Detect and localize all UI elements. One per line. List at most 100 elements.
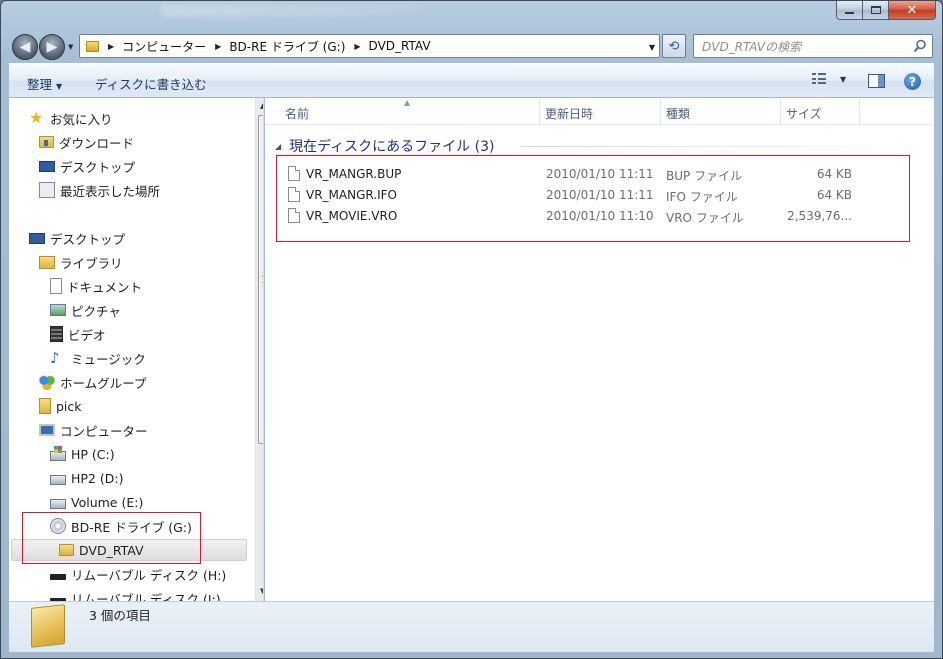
nav-label: お気に入り bbox=[50, 111, 113, 127]
column-type[interactable]: 種類 bbox=[666, 105, 690, 122]
grip-icon bbox=[262, 276, 263, 283]
nav-libraries[interactable]: ライブラリ bbox=[39, 251, 123, 273]
group-title: 現在ディスクにあるファイル (3) bbox=[289, 139, 495, 155]
search-icon[interactable] bbox=[913, 39, 927, 53]
column-divider[interactable] bbox=[539, 98, 540, 125]
column-size[interactable]: サイズ bbox=[786, 105, 822, 122]
nav-user-folder[interactable]: pick bbox=[39, 395, 82, 417]
group-header[interactable]: ◢ 現在ディスクにあるファイル (3) bbox=[275, 136, 494, 156]
column-header-row: ▲ 名前 更新日時 種類 サイズ bbox=[265, 98, 934, 125]
organize-menu-button[interactable]: 整理 ▼ bbox=[27, 74, 62, 93]
minimize-icon bbox=[845, 12, 854, 14]
back-arrow-icon: ◀ bbox=[19, 39, 31, 55]
item-count: 3 個の項目 bbox=[89, 608, 151, 623]
group-divider bbox=[521, 146, 911, 147]
pictures-icon bbox=[50, 304, 66, 316]
maximize-icon bbox=[870, 6, 881, 14]
refresh-button[interactable]: ⟲ bbox=[662, 34, 686, 58]
chevron-down-icon: ▼ bbox=[56, 82, 63, 91]
nav-item-desktop-fav[interactable]: デスクトップ bbox=[39, 155, 135, 177]
burn-to-disc-button[interactable]: ディスクに書き込む bbox=[95, 74, 207, 93]
star-icon: ★ bbox=[29, 108, 44, 127]
nav-item-pictures[interactable]: ピクチャ bbox=[50, 299, 121, 321]
window-controls: ✕ bbox=[836, 1, 936, 20]
nav-scrollbar[interactable]: ▲ ▼ bbox=[255, 98, 263, 601]
nav-label: リムーバブル ディスク (H:) bbox=[71, 567, 227, 583]
music-icon: ♪ bbox=[50, 349, 60, 367]
nav-drive-i[interactable]: リムーバブル ディスク (I:) bbox=[50, 587, 221, 601]
removable-disk-icon bbox=[50, 574, 66, 580]
scroll-down-icon[interactable]: ▼ bbox=[260, 587, 263, 595]
change-view-button[interactable]: ▼ bbox=[812, 73, 846, 85]
chevron-down-icon[interactable]: ▼ bbox=[840, 75, 846, 84]
breadcrumb-computer[interactable]: コンピューター bbox=[122, 38, 206, 55]
title-bar[interactable]: ✕ bbox=[1, 1, 942, 31]
close-icon: ✕ bbox=[906, 2, 918, 18]
hard-drive-icon bbox=[50, 499, 66, 509]
breadcrumb-separator[interactable]: ▶ bbox=[354, 42, 360, 51]
scroll-up-icon[interactable]: ▲ bbox=[260, 102, 263, 110]
nav-homegroup[interactable]: ホームグループ bbox=[39, 371, 146, 393]
column-name[interactable]: 名前 bbox=[285, 105, 309, 122]
forward-arrow-icon: ▶ bbox=[46, 39, 58, 55]
breadcrumb-folder[interactable]: DVD_RTAV bbox=[369, 39, 431, 53]
recent-places-icon bbox=[39, 182, 55, 198]
system-drive-icon bbox=[50, 446, 66, 461]
hard-drive-icon bbox=[50, 475, 66, 485]
nav-item-music[interactable]: ♪ ミュージック bbox=[50, 347, 146, 369]
nav-drive-d[interactable]: HP2 (D:) bbox=[50, 467, 123, 489]
column-divider[interactable] bbox=[859, 98, 860, 125]
maximize-button[interactable] bbox=[863, 1, 889, 20]
library-icon bbox=[39, 255, 55, 269]
nav-item-documents[interactable]: ドキュメント bbox=[50, 275, 142, 297]
nav-label: Volume (E:) bbox=[71, 494, 144, 510]
nav-favorites[interactable]: ★ お気に入り bbox=[29, 107, 113, 129]
collapse-triangle-icon[interactable]: ◢ bbox=[275, 142, 281, 151]
preview-pane-icon[interactable] bbox=[868, 74, 885, 88]
details-view-icon bbox=[812, 73, 826, 85]
nav-item-downloads[interactable]: ダウンロード bbox=[39, 131, 134, 153]
downloads-folder-icon bbox=[39, 136, 54, 148]
command-bar: 整理 ▼ ディスクに書き込む ▼ ? bbox=[9, 63, 934, 98]
nav-label: 最近表示した場所 bbox=[60, 183, 161, 199]
nav-label: ホームグループ bbox=[60, 375, 147, 391]
organize-label: 整理 bbox=[27, 77, 53, 92]
recent-pages-dropdown[interactable]: ▼ bbox=[68, 43, 73, 51]
nav-drive-h[interactable]: リムーバブル ディスク (H:) bbox=[50, 563, 226, 585]
scrollbar-thumb[interactable] bbox=[258, 115, 263, 444]
nav-computer[interactable]: コンピューター bbox=[39, 419, 148, 441]
back-button[interactable]: ◀ bbox=[12, 34, 38, 60]
navigation-bar: ◀ ▶ ▼ ▶ コンピューター ▶ BD-RE ドライブ (G:) ▶ DVD_… bbox=[1, 31, 942, 63]
nav-item-videos[interactable]: ビデオ bbox=[50, 323, 106, 345]
nav-label: デスクトップ bbox=[60, 159, 136, 175]
refresh-icon: ⟲ bbox=[668, 38, 680, 54]
nav-label: HP2 (D:) bbox=[71, 470, 124, 486]
user-folder-icon bbox=[39, 398, 51, 414]
column-date-modified[interactable]: 更新日時 bbox=[545, 105, 593, 122]
nav-label: ダウンロード bbox=[59, 135, 135, 151]
address-bar[interactable]: ▶ コンピューター ▶ BD-RE ドライブ (G:) ▶ DVD_RTAV ▼ bbox=[79, 34, 660, 58]
search-input[interactable]: DVD_RTAVの検索 bbox=[693, 34, 933, 58]
minimize-button[interactable] bbox=[836, 1, 863, 20]
breadcrumb-separator[interactable]: ▶ bbox=[215, 42, 221, 51]
nav-drive-e[interactable]: Volume (E:) bbox=[50, 491, 143, 513]
address-dropdown-icon[interactable]: ▼ bbox=[649, 43, 655, 52]
close-button[interactable]: ✕ bbox=[889, 1, 936, 20]
column-divider[interactable] bbox=[780, 98, 781, 125]
breadcrumb-separator[interactable]: ▶ bbox=[108, 42, 114, 51]
homegroup-icon bbox=[39, 374, 55, 390]
nav-label: コンピューター bbox=[60, 423, 148, 439]
nav-desktop[interactable]: デスクトップ bbox=[29, 227, 125, 249]
nav-item-recent-places[interactable]: 最近表示した場所 bbox=[39, 179, 160, 201]
help-icon[interactable]: ? bbox=[904, 73, 921, 90]
column-divider[interactable] bbox=[660, 98, 661, 125]
search-placeholder: DVD_RTAVの検索 bbox=[702, 39, 802, 54]
nav-label: ピクチャ bbox=[71, 303, 121, 319]
explorer-window: ✕ ◀ ▶ ▼ ▶ コンピューター ▶ BD-RE ドライブ (G:) ▶ DV… bbox=[0, 0, 943, 659]
breadcrumb-drive[interactable]: BD-RE ドライブ (G:) bbox=[229, 38, 345, 55]
nav-label: HP (C:) bbox=[71, 446, 115, 462]
nav-drive-c[interactable]: HP (C:) bbox=[50, 443, 115, 465]
forward-button[interactable]: ▶ bbox=[39, 34, 65, 60]
folder-icon bbox=[86, 40, 99, 52]
burn-label: ディスクに書き込む bbox=[95, 77, 207, 92]
